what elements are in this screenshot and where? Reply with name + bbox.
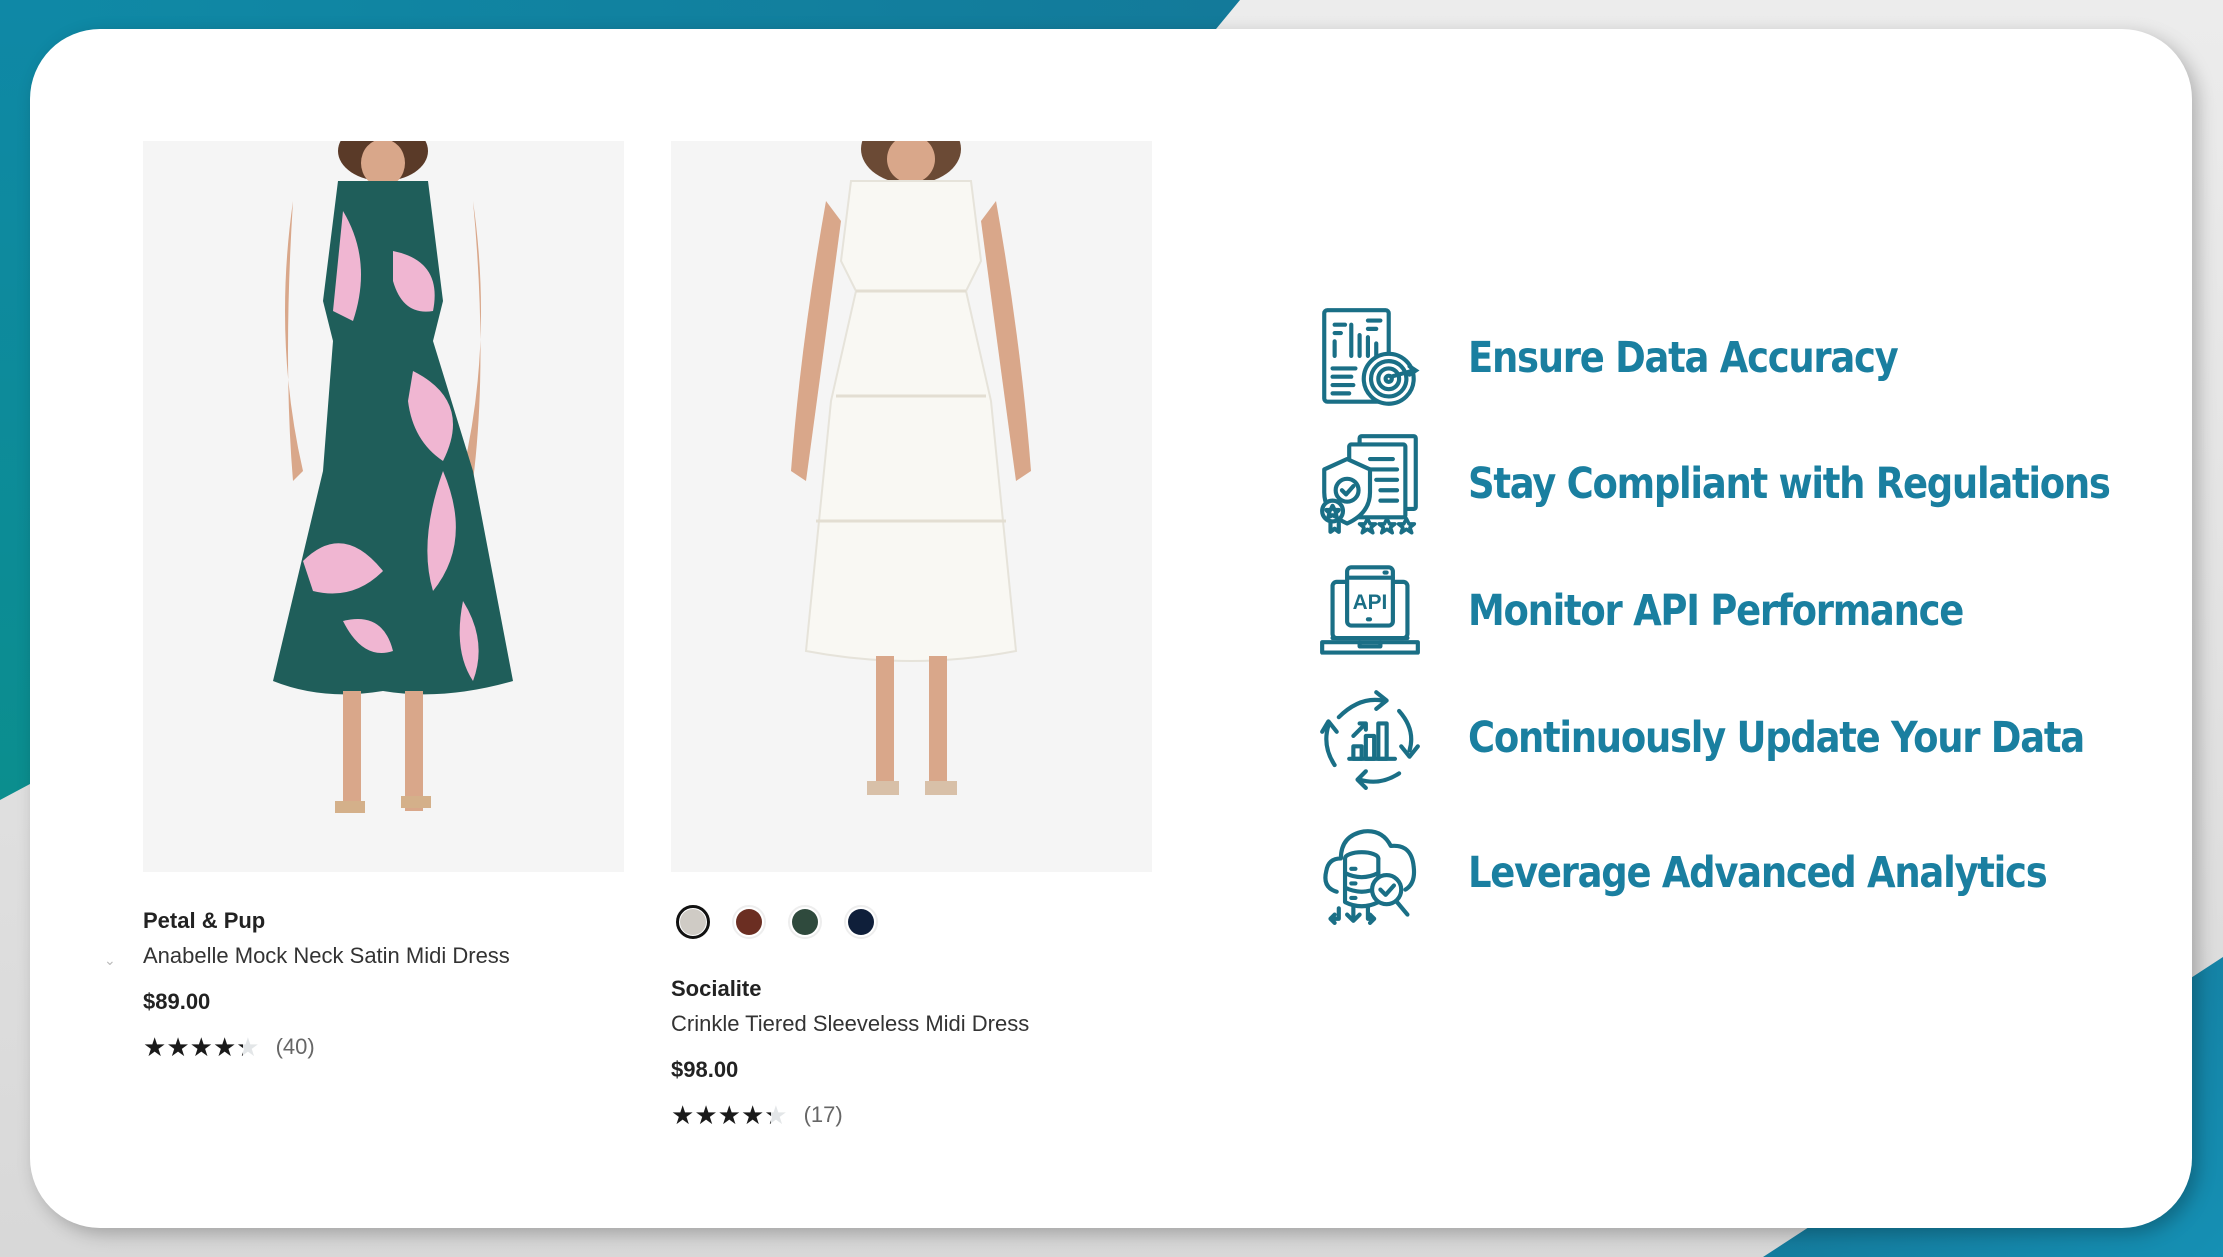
product-brand[interactable]: Petal & Pup: [143, 908, 265, 934]
star-filled-icon: ★: [189, 1032, 213, 1062]
swatch-color: [848, 909, 874, 935]
api-laptop-icon: API: [1318, 559, 1422, 663]
product-price: $98.00: [671, 1057, 739, 1082]
color-swatch[interactable]: [732, 905, 766, 939]
product-image[interactable]: [143, 141, 624, 872]
report-target-icon: [1318, 306, 1422, 410]
chevron-down-icon: ⌄: [104, 952, 116, 968]
product-image[interactable]: [671, 141, 1152, 872]
cloud-database-analytics-icon: [1318, 821, 1422, 925]
feature-item-api-performance: API Monitor API Performance: [1318, 556, 1964, 666]
swatch-color: [680, 909, 706, 935]
product-name[interactable]: Anabelle Mock Neck Satin Midi Dress: [143, 943, 510, 969]
feature-label: Leverage Advanced Analytics: [1468, 848, 2048, 898]
star-filled-icon: ★: [694, 1100, 718, 1130]
color-swatch[interactable]: [676, 905, 710, 939]
star-filled-icon: ★: [166, 1032, 190, 1062]
feature-item-compliance: Stay Compliant with Regulations: [1318, 429, 2111, 539]
swatch-color: [736, 909, 762, 935]
product-rating[interactable]: ★ ★ ★ ★ ★ (17): [671, 1102, 843, 1128]
feature-item-advanced-analytics: Leverage Advanced Analytics: [1318, 818, 2048, 928]
feature-item-continuous-update: Continuously Update Your Data: [1318, 683, 2085, 793]
star-partial-icon: ★: [764, 1100, 788, 1130]
star-filled-icon: ★: [717, 1100, 741, 1130]
refresh-chart-icon: [1318, 686, 1422, 790]
product-brand[interactable]: Socialite: [671, 976, 761, 1002]
product-price: $89.00: [143, 989, 211, 1014]
review-count: (40): [275, 1034, 315, 1059]
compliance-shield-icon: [1318, 432, 1422, 536]
star-filled-icon: ★: [740, 1100, 765, 1130]
product-name[interactable]: Crinkle Tiered Sleeveless Midi Dress: [671, 1011, 1029, 1037]
swatch-color: [792, 909, 818, 935]
color-swatch[interactable]: [844, 905, 878, 939]
feature-label: Ensure Data Accuracy: [1468, 333, 1899, 383]
green-floral-dress-illustration: [143, 141, 624, 872]
review-count: (17): [803, 1102, 843, 1127]
star-filled-icon: ★: [212, 1032, 237, 1062]
product-rating[interactable]: ★ ★ ★ ★ ★ (40): [143, 1034, 315, 1060]
star-filled-icon: ★: [671, 1100, 695, 1130]
feature-label: Monitor API Performance: [1468, 586, 1964, 636]
color-swatch[interactable]: [788, 905, 822, 939]
feature-label: Stay Compliant with Regulations: [1468, 459, 2111, 509]
svg-text:API: API: [1353, 591, 1388, 614]
feature-label: Continuously Update Your Data: [1468, 713, 2085, 763]
feature-item-data-accuracy: Ensure Data Accuracy: [1318, 303, 1899, 413]
star-partial-icon: ★: [236, 1032, 260, 1062]
white-tiered-dress-illustration: [671, 141, 1152, 872]
star-filled-icon: ★: [143, 1032, 167, 1062]
